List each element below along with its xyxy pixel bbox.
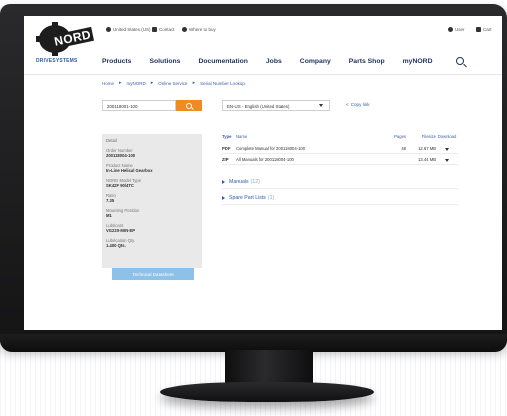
section-label: Spare Part Lists (229, 195, 266, 201)
col-pages: Pages (394, 134, 406, 139)
file-pages: 48 (401, 146, 406, 151)
copy-link-button[interactable]: < Copy link (346, 102, 370, 107)
breadcrumb-home[interactable]: Home (102, 81, 114, 86)
chevron-right-icon (222, 196, 225, 200)
col-name: Name (236, 134, 248, 139)
cart-label: Cart (483, 27, 492, 32)
user-icon (448, 27, 453, 32)
country-label: United States (US) (113, 27, 151, 32)
breadcrumb-online-service[interactable]: Online Service (158, 81, 187, 86)
detail-panel: Detail Order Number 200118004-100 Produc… (102, 134, 202, 268)
location-pin-icon (182, 27, 187, 32)
file-size: 12.67 MB (418, 146, 436, 151)
nav-item-documentation[interactable]: Documentation (198, 58, 247, 65)
contact-link[interactable]: Contact (152, 27, 175, 32)
where-to-buy-label: Where to buy (189, 27, 216, 32)
col-download: Download (437, 134, 457, 139)
section-count: (1) (267, 195, 275, 201)
table-row: PDF Complete Manual for 200118004-100 48… (222, 144, 458, 154)
detail-field: Lubricant VG220-MIN-EP (106, 223, 198, 233)
chevron-right-icon (222, 180, 225, 184)
detail-field: Order Number 200118004-100 (106, 148, 198, 158)
download-button[interactable] (436, 155, 458, 164)
detail-value: 7.35 (106, 198, 115, 203)
country-selector[interactable]: United States (US) (106, 27, 151, 32)
main-nav: Products Solutions Documentation Jobs Co… (102, 54, 492, 68)
share-icon: < (346, 102, 349, 107)
breadcrumb-mynord[interactable]: myNORD (127, 81, 146, 86)
search-icon[interactable] (456, 57, 465, 65)
copy-link-label: Copy link (350, 102, 370, 107)
detail-value: M1 (106, 213, 112, 218)
serial-search-button[interactable] (176, 100, 202, 111)
spare-part-lists-section-toggle[interactable]: Spare Part Lists (1) (222, 192, 458, 205)
contact-label: Contact (159, 27, 175, 32)
breadcrumb: Home ▸ myNORD ▸ Online Service ▸ Serial … (102, 80, 245, 86)
nav-item-products[interactable]: Products (102, 58, 131, 65)
detail-value: 1.400 Qts. (106, 243, 126, 248)
documents-table-header: Type Name Pages Filesize Download (222, 134, 458, 139)
download-icon (445, 148, 449, 151)
detail-field: Lubrication Qty. 1.400 Qts. (106, 238, 198, 248)
where-to-buy-link[interactable]: Where to buy (182, 27, 216, 32)
file-size: 13.44 MB (418, 157, 436, 162)
detail-title: Detail (106, 138, 117, 143)
manuals-section-toggle[interactable]: Manuals (12) (222, 176, 458, 189)
detail-value: In-Line Helical Gearbox (106, 168, 153, 173)
top-utility-bar: United States (US) Contact Where to buy … (106, 24, 494, 36)
nord-logo[interactable]: NORD DRIVESYSTEMS (36, 22, 100, 70)
nav-item-solutions[interactable]: Solutions (149, 58, 180, 65)
serial-number-input[interactable]: 200118001-100 (102, 100, 176, 111)
monitor-stand-neck (225, 350, 313, 384)
nav-item-mynord[interactable]: myNORD (403, 58, 433, 65)
col-filesize: Filesize (421, 134, 436, 139)
detail-value: SK42F 90/4TC (106, 183, 134, 188)
col-type: Type (222, 134, 232, 139)
nav-divider (24, 74, 502, 75)
chevron-down-icon (319, 104, 323, 107)
nav-item-parts-shop[interactable]: Parts Shop (349, 58, 385, 65)
cart-link[interactable]: Cart (476, 27, 492, 32)
mail-icon (152, 27, 157, 32)
download-icon (445, 159, 449, 162)
technical-datasheet-button[interactable]: Technical Datasheet (112, 268, 194, 280)
user-link[interactable]: User (448, 27, 465, 32)
table-row: ZIP All Manuals for 200118004-100 13.44 … (222, 155, 458, 165)
detail-field: Mounting Position M1 (106, 208, 198, 218)
language-select[interactable]: EN-US - English (United States) (222, 100, 330, 111)
breadcrumb-separator-icon: ▸ (150, 80, 154, 86)
search-icon (186, 102, 192, 109)
logo-tagline: DRIVESYSTEMS (36, 58, 78, 64)
screen: NORD DRIVESYSTEMS United States (US) Con… (24, 16, 502, 330)
file-name[interactable]: Complete Manual for 200118004-100 (236, 144, 386, 153)
user-label: User (455, 27, 465, 32)
globe-icon (106, 27, 111, 32)
monitor-stand-base (160, 382, 374, 402)
file-type: PDF (222, 146, 231, 151)
file-pages (386, 155, 406, 164)
detail-value: VG220-MIN-EP (106, 228, 136, 233)
detail-value: 200118004-100 (106, 153, 136, 158)
breadcrumb-serial-lookup[interactable]: Serial Number Lookup (200, 81, 245, 86)
nav-item-jobs[interactable]: Jobs (266, 58, 282, 65)
detail-field: NORD Model Type SK42F 90/4TC (106, 178, 198, 188)
cart-icon (476, 27, 481, 32)
nav-item-company[interactable]: Company (300, 58, 331, 65)
download-button[interactable] (436, 144, 458, 153)
breadcrumb-separator-icon: ▸ (192, 80, 196, 86)
breadcrumb-separator-icon: ▸ (119, 80, 122, 86)
section-count: (12) (250, 179, 260, 185)
language-selected: EN-US - English (United States) (227, 104, 290, 109)
file-name[interactable]: All Manuals for 200118004-100 (236, 155, 386, 164)
detail-field: Product Name In-Line Helical Gearbox (106, 163, 198, 173)
detail-field: Ratio 7.35 (106, 193, 198, 203)
section-label: Manuals (229, 179, 249, 185)
file-type: ZIP (222, 157, 229, 162)
